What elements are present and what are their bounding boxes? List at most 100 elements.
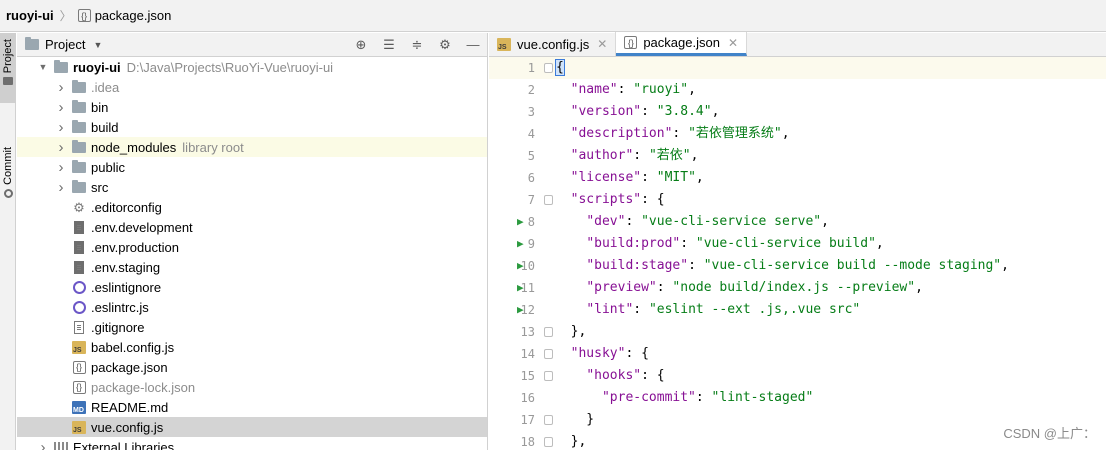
tree-root[interactable]: ▼ ruoyi-ui D:\Java\Projects\RuoYi-Vue\ru… bbox=[17, 57, 487, 77]
tree-file[interactable]: MD README.md bbox=[17, 397, 487, 417]
run-script-icon[interactable]: ▶ bbox=[517, 233, 524, 255]
editor-tab[interactable]: {} package.json ✕ bbox=[616, 32, 748, 56]
code-area[interactable]: 1{2 "name": "ruoyi", 3 "version": "3.8.4"… bbox=[489, 57, 1106, 450]
tree-item-label: src bbox=[91, 179, 109, 195]
locate-icon[interactable]: ⊕ bbox=[353, 37, 369, 53]
code-line[interactable]: 8 ▶ "dev": "vue-cli-service serve", bbox=[489, 211, 1106, 233]
tree-item-label: README.md bbox=[91, 399, 169, 415]
line-number: 15 bbox=[520, 369, 535, 383]
fold-marker-icon[interactable] bbox=[544, 195, 553, 205]
code-line[interactable]: 1{ bbox=[489, 57, 1106, 79]
tree-file[interactable]: ⚙ .editorconfig bbox=[17, 197, 487, 217]
project-panel-title: Project bbox=[45, 37, 86, 52]
breadcrumb-file[interactable]: {} package.json bbox=[77, 8, 171, 23]
tree-file[interactable]: JS babel.config.js bbox=[17, 337, 487, 357]
fold-marker-icon[interactable] bbox=[544, 349, 553, 359]
fold-marker-icon[interactable] bbox=[544, 437, 553, 447]
code-text: "description": "若依管理系统", bbox=[570, 126, 790, 141]
editor-tab-label: vue.config.js bbox=[517, 36, 590, 52]
run-script-icon[interactable]: ▶ bbox=[517, 255, 524, 277]
text-file-icon bbox=[71, 320, 87, 334]
code-line[interactable]: 6 "license": "MIT", bbox=[489, 167, 1106, 189]
code-text: "name": "ruoyi", bbox=[570, 82, 696, 97]
project-view-selector[interactable]: Project ▼ bbox=[25, 37, 102, 52]
expand-all-icon[interactable]: ☰ bbox=[381, 37, 397, 53]
chevron-right-icon: › bbox=[58, 98, 64, 116]
code-line[interactable]: 3 "version": "3.8.4", bbox=[489, 101, 1106, 123]
chevron-right-icon: 〉 bbox=[59, 9, 72, 23]
code-line[interactable]: 2 "name": "ruoyi", bbox=[489, 79, 1106, 101]
code-line[interactable]: 10 ▶ "build:stage": "vue-cli-service buil… bbox=[489, 255, 1106, 277]
line-number: 10 bbox=[520, 259, 535, 273]
commit-icon bbox=[3, 188, 13, 198]
code-line[interactable]: 9 ▶ "build:prod": "vue-cli-service build"… bbox=[489, 233, 1106, 255]
collapse-all-icon[interactable]: ≑ bbox=[409, 37, 425, 53]
tree-folder[interactable]: › bin bbox=[17, 97, 487, 117]
code-line[interactable]: 5 "author": "若依", bbox=[489, 145, 1106, 167]
commit-tool-tab[interactable]: Commit bbox=[0, 141, 16, 211]
run-script-icon[interactable]: ▶ bbox=[517, 299, 524, 321]
fold-marker-icon[interactable] bbox=[544, 415, 553, 425]
tree-item-label: .editorconfig bbox=[91, 199, 162, 215]
line-number: 5 bbox=[527, 149, 535, 163]
code-line[interactable]: 16 "pre-commit": "lint-staged" bbox=[489, 387, 1106, 409]
hide-icon[interactable]: — bbox=[465, 37, 481, 53]
tree-item-label: .env.production bbox=[91, 239, 179, 255]
watermark: CSDN @上广： bbox=[1003, 426, 1096, 441]
code-line[interactable]: 13 }, bbox=[489, 321, 1106, 343]
code-line[interactable]: 14 "husky": { bbox=[489, 343, 1106, 365]
gear-icon: ⚙ bbox=[73, 199, 85, 215]
run-script-icon[interactable]: ▶ bbox=[517, 211, 524, 233]
chevron-right-icon: › bbox=[58, 78, 64, 96]
json-file-icon: {} bbox=[71, 380, 87, 394]
line-number: 12 bbox=[520, 303, 535, 317]
tree-folder[interactable]: › src bbox=[17, 177, 487, 197]
panel-toolbar: ⊕ ☰ ≑ ⚙ — bbox=[353, 37, 487, 53]
code-line[interactable]: 7 "scripts": { bbox=[489, 189, 1106, 211]
js-file-icon: JS bbox=[497, 37, 511, 51]
code-line[interactable]: 15 "hooks": { bbox=[489, 365, 1106, 387]
editor-tab[interactable]: JS vue.config.js ✕ bbox=[489, 32, 617, 56]
line-number: 1 bbox=[527, 61, 535, 75]
tree-file[interactable]: {} package-lock.json bbox=[17, 377, 487, 397]
env-file-icon bbox=[71, 220, 87, 234]
code-text: { bbox=[555, 59, 565, 76]
run-script-icon[interactable]: ▶ bbox=[517, 277, 524, 299]
tree-file[interactable]: JS vue.config.js bbox=[17, 417, 487, 437]
gear-icon[interactable]: ⚙ bbox=[437, 37, 453, 53]
tree-file[interactable]: .eslintignore bbox=[17, 277, 487, 297]
tree-item-label: package.json bbox=[91, 359, 168, 375]
code-line[interactable]: 11 ▶ "preview": "node build/index.js --pr… bbox=[489, 277, 1106, 299]
code-line[interactable]: 4 "description": "若依管理系统", bbox=[489, 123, 1106, 145]
close-icon[interactable]: ✕ bbox=[728, 36, 738, 50]
fold-marker-icon[interactable] bbox=[544, 63, 553, 73]
env-file-icon bbox=[71, 260, 87, 274]
tree-item-label: .eslintignore bbox=[91, 279, 162, 295]
fold-marker-icon[interactable] bbox=[544, 327, 553, 337]
tree-file[interactable]: .gitignore bbox=[17, 317, 487, 337]
tree-folder[interactable]: › .idea bbox=[17, 77, 487, 97]
tree-folder[interactable]: › public bbox=[17, 157, 487, 177]
code-text: "build:prod": "vue-cli-service build", bbox=[586, 236, 884, 251]
chevron-right-icon: › bbox=[58, 118, 64, 136]
line-number: 2 bbox=[527, 83, 535, 97]
tree-file[interactable]: .eslintrc.js bbox=[17, 297, 487, 317]
project-tool-tab[interactable]: Project bbox=[0, 33, 16, 103]
folder-icon bbox=[71, 139, 87, 154]
chevron-right-icon: › bbox=[58, 178, 64, 196]
tree-item-label: babel.config.js bbox=[91, 339, 175, 355]
close-icon[interactable]: ✕ bbox=[597, 37, 607, 51]
code-lines: 1{2 "name": "ruoyi", 3 "version": "3.8.4"… bbox=[489, 57, 1106, 450]
tree-external-libraries[interactable]: › External Libraries bbox=[17, 437, 487, 450]
code-line[interactable]: 12 ▶ "lint": "eslint --ext .js,.vue src" bbox=[489, 299, 1106, 321]
fold-marker-icon[interactable] bbox=[544, 371, 553, 381]
tree-file[interactable]: .env.staging bbox=[17, 257, 487, 277]
code-text: "lint": "eslint --ext .js,.vue src" bbox=[586, 302, 861, 317]
tree-folder[interactable]: › build bbox=[17, 117, 487, 137]
tree-file[interactable]: .env.development bbox=[17, 217, 487, 237]
tree-folder[interactable]: › node_modules library root bbox=[17, 137, 487, 157]
tree-file[interactable]: {} package.json bbox=[17, 357, 487, 377]
breadcrumb-root[interactable]: ruoyi-ui bbox=[6, 8, 54, 23]
code-text: } bbox=[555, 412, 595, 427]
tree-file[interactable]: .env.production bbox=[17, 237, 487, 257]
